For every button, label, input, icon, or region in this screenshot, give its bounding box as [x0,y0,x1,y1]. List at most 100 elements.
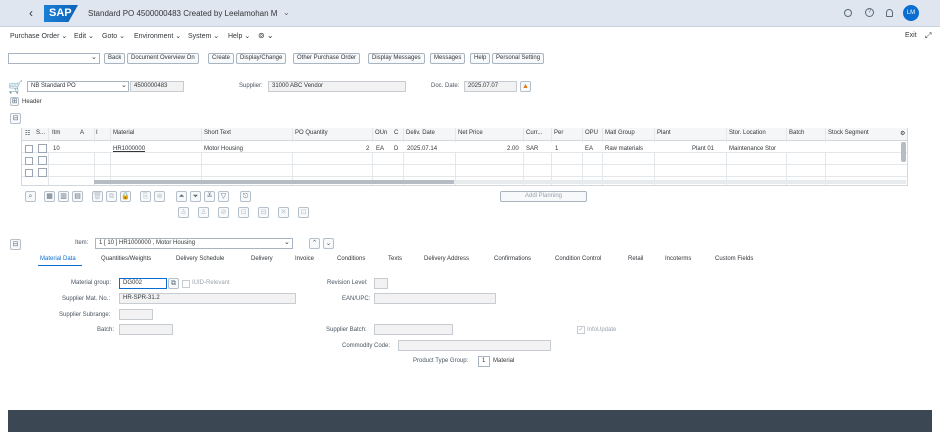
cell-po-quantity[interactable]: 2 [366,146,369,152]
info-update-checkbox[interactable]: ✓ [577,326,585,334]
cell-oun[interactable]: EA [376,146,384,152]
col-oun[interactable]: OUn [375,130,387,136]
tab-retail[interactable]: Retail [628,256,643,262]
vertical-scrollbar[interactable] [901,142,906,162]
col-opu[interactable]: OPU [585,130,598,136]
next-item-icon[interactable]: ⌄ [323,238,334,249]
item-action-icon[interactable]: ⊟ [258,207,269,218]
item-action-icon[interactable]: ♙ [198,207,209,218]
sort-icon[interactable]: ≚ [204,191,215,202]
tab-texts[interactable]: Texts [388,256,402,262]
back-button[interactable]: Back [104,53,126,64]
col-a[interactable]: A [80,130,84,136]
previous-item-icon[interactable]: ⌃ [309,238,320,249]
tab-confirmations[interactable]: Confirmations [494,256,531,262]
tab-conditions[interactable]: Conditions [337,256,365,262]
lock-icon[interactable]: 🔒 [120,191,131,202]
cell-matl-group[interactable]: Raw materials [605,146,643,152]
document-icon[interactable]: ⎘ [140,191,151,202]
select-all-icon[interactable]: ▦ [44,191,55,202]
col-short-text[interactable]: Short Text [204,130,231,136]
item-action-icon[interactable]: ✕ [278,207,289,218]
col-deliv-date[interactable]: Deliv. Date [406,130,435,136]
cell-plant[interactable]: Plant 01 [692,146,714,152]
tab-custom-fields[interactable]: Custom Fields [715,256,753,262]
item-action-icon[interactable]: ⊡ [238,207,249,218]
status-cell[interactable] [38,156,47,165]
cell-per[interactable]: 1 [555,146,558,152]
item-action-icon[interactable]: ⊘ [218,207,229,218]
col-po-quantity[interactable]: PO Quantity [295,130,328,136]
copy-icon[interactable]: ⧉ [106,191,117,202]
col-per[interactable]: Per [554,130,563,136]
cell-opu[interactable]: EA [585,146,593,152]
col-itm[interactable]: Itm [52,130,60,136]
col-stock-segment[interactable]: Stock Segment [828,130,869,136]
select-all-icon[interactable]: ☷ [25,130,30,137]
col-c[interactable]: C [394,130,398,136]
col-plant[interactable]: Plant [657,130,671,136]
exit-button[interactable]: Exit [905,32,917,39]
cell-deliv-date[interactable]: 2025.07.14 [407,146,437,152]
cell-itm[interactable]: 10 [53,146,60,152]
col-material[interactable]: Material [113,130,134,136]
cell-material[interactable]: HR1000000 [113,146,145,152]
chevron-down-icon[interactable]: ⌄ [284,238,290,246]
item-action-icon[interactable]: ♙ [178,207,189,218]
create-button[interactable]: Create [208,53,235,64]
menu-purchase-order[interactable]: Purchase Order ⌄ [10,32,67,40]
tab-quantities-weights[interactable]: Quantities/Weights [101,256,151,262]
iuid-relevant-checkbox[interactable] [182,280,190,288]
account-icon[interactable]: ⊗ [154,191,165,202]
table-row[interactable] [22,154,907,165]
menu-edit[interactable]: Edit ⌄ [74,32,94,40]
item-action-icon[interactable]: ⊡ [298,207,309,218]
settings-icon[interactable]: ⊚ ⌄ [258,31,274,40]
tab-condition-control[interactable]: Condition Control [555,256,601,262]
tab-delivery[interactable]: Delivery [251,256,273,262]
cell-currency[interactable]: SAR [526,146,538,152]
filter-settings-icon[interactable]: ▽ [218,191,229,202]
deselect-all-icon[interactable]: ▥ [58,191,69,202]
cell-net-price[interactable]: 2.00 [507,146,519,152]
command-field[interactable] [8,53,100,64]
tab-invoice[interactable]: Invoice [295,256,314,262]
help-button[interactable]: Help [470,53,491,64]
col-i[interactable]: I [96,130,98,136]
row-select-checkbox[interactable] [25,169,33,177]
warning-icon[interactable]: ▲ [520,81,531,92]
search-icon[interactable] [844,9,852,17]
col-matl-group[interactable]: Matl Group [605,130,635,136]
col-net-price[interactable]: Net Price [458,130,483,136]
delete-icon[interactable]: 🗑 [92,191,103,202]
tab-delivery-schedule[interactable]: Delivery Schedule [176,256,224,262]
status-cell[interactable] [38,144,47,153]
cell-stor-location[interactable]: Maintenance Stor [729,146,776,152]
row-select-checkbox[interactable] [25,145,33,153]
col-batch[interactable]: Batch [789,130,804,136]
tab-incoterms[interactable]: Incoterms [665,256,691,262]
addl-planning-button[interactable]: Addl Planning [500,191,587,202]
status-cell[interactable] [38,168,47,177]
other-purchase-order-button[interactable]: Other Purchase Order [293,53,361,64]
menu-system[interactable]: System ⌄ [188,32,219,40]
cell-c[interactable]: D [394,146,398,152]
horizontal-scrollbar[interactable] [94,180,454,184]
notification-icon[interactable] [886,9,893,17]
fullscreen-icon[interactable]: ⤢ [925,31,931,41]
value-help-icon[interactable]: ⧉ [168,278,179,289]
cell-short-text[interactable]: Motor Housing [204,146,243,152]
table-row[interactable] [22,166,907,177]
product-type-group-field[interactable]: 1 [478,356,490,367]
filter-icon[interactable]: ⏷ [190,191,201,202]
export-icon[interactable]: ⎋ [240,191,251,202]
display-change-button[interactable]: Display/Change [236,53,287,64]
tab-material-data[interactable]: Material Data [40,256,76,262]
document-overview-button[interactable]: Document Overview On [127,53,199,64]
personal-setting-button[interactable]: Personal Setting [492,53,545,64]
chevron-down-icon[interactable]: ⌄ [91,53,97,61]
col-status[interactable]: S... [36,130,45,136]
menu-goto[interactable]: Goto ⌄ [102,32,125,40]
back-icon[interactable]: ‹ [29,6,33,20]
col-stor-location[interactable]: Stor. Location [729,130,766,136]
